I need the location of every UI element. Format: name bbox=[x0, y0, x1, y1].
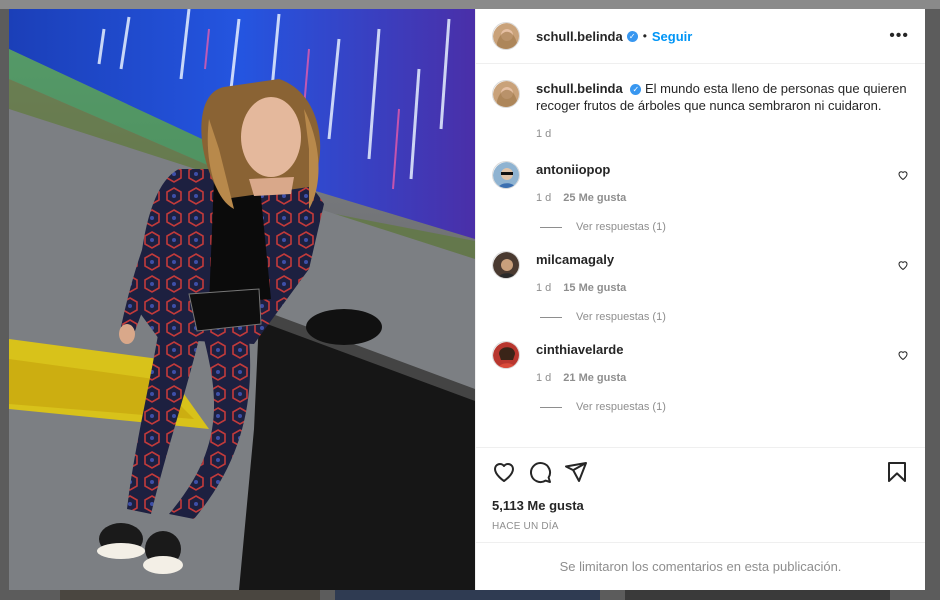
avatar[interactable] bbox=[492, 251, 520, 279]
comment-time[interactable]: 1 d bbox=[536, 280, 551, 297]
post-header: schull.belinda ✓ • Seguir ••• bbox=[476, 9, 925, 64]
post-side-panel: schull.belinda ✓ • Seguir ••• schull.bel… bbox=[475, 9, 925, 590]
comment-item: antoniiopop 1 d 25 Me gusta bbox=[492, 161, 909, 207]
more-icon[interactable]: ••• bbox=[889, 27, 909, 45]
paper-plane-icon[interactable] bbox=[564, 460, 588, 484]
avatar[interactable] bbox=[492, 161, 520, 189]
view-replies-button[interactable]: Ver respuestas (1) bbox=[540, 401, 909, 413]
comment-username[interactable]: antoniiopop bbox=[536, 162, 610, 177]
post-image bbox=[9, 9, 475, 590]
verified-badge-icon: ✓ bbox=[630, 84, 642, 96]
avatar[interactable] bbox=[492, 80, 520, 108]
separator-dot: • bbox=[642, 29, 647, 43]
heart-icon[interactable] bbox=[897, 349, 909, 361]
heart-icon[interactable] bbox=[897, 169, 909, 181]
replies-line bbox=[540, 406, 562, 408]
comments-list[interactable]: schull.belinda ✓ El mundo esta lleno de … bbox=[476, 64, 925, 447]
view-replies-label: Ver respuestas (1) bbox=[576, 221, 666, 233]
bookmark-icon[interactable] bbox=[885, 460, 909, 484]
post-photo[interactable] bbox=[9, 9, 475, 590]
comment-item: milcamagaly 1 d 15 Me gusta bbox=[492, 251, 909, 297]
comment-time[interactable]: 1 d bbox=[536, 370, 551, 387]
post-actions: 5,113 Me gusta HACE UN DÍA bbox=[476, 447, 925, 542]
comment-username[interactable]: cinthiavelarde bbox=[536, 342, 623, 357]
comment-time[interactable]: 1 d bbox=[536, 190, 551, 207]
background-thumbnail bbox=[625, 589, 890, 600]
post-modal: schull.belinda ✓ • Seguir ••• schull.bel… bbox=[9, 9, 925, 590]
heart-icon[interactable] bbox=[492, 460, 516, 484]
replies-line bbox=[540, 316, 562, 318]
post-username[interactable]: schull.belinda bbox=[536, 29, 623, 44]
replies-line bbox=[540, 226, 562, 228]
verified-badge-icon: ✓ bbox=[626, 30, 638, 42]
view-replies-button[interactable]: Ver respuestas (1) bbox=[540, 311, 909, 323]
comment-likes[interactable]: 15 Me gusta bbox=[563, 280, 626, 297]
comments-limited-notice: Se limitaron los comentarios en esta pub… bbox=[476, 542, 925, 590]
view-replies-label: Ver respuestas (1) bbox=[576, 401, 666, 413]
view-replies-label: Ver respuestas (1) bbox=[576, 311, 666, 323]
background-thumbnail bbox=[335, 589, 600, 600]
background-thumbnail bbox=[60, 589, 320, 600]
comment-username[interactable]: milcamagaly bbox=[536, 252, 614, 267]
caption-time[interactable]: 1 d bbox=[536, 126, 551, 143]
comment-icon[interactable] bbox=[528, 460, 552, 484]
background-top-nav bbox=[0, 0, 940, 9]
caption-username[interactable]: schull.belinda bbox=[536, 81, 623, 96]
avatar[interactable] bbox=[492, 341, 520, 369]
view-replies-button[interactable]: Ver respuestas (1) bbox=[540, 221, 909, 233]
action-icons bbox=[492, 458, 909, 486]
follow-button[interactable]: Seguir bbox=[652, 29, 692, 44]
post-date[interactable]: HACE UN DÍA bbox=[492, 521, 909, 542]
avatar[interactable] bbox=[492, 22, 520, 50]
like-count[interactable]: 5,113 Me gusta bbox=[492, 498, 909, 513]
comment-likes[interactable]: 25 Me gusta bbox=[563, 190, 626, 207]
heart-icon[interactable] bbox=[897, 259, 909, 271]
comment-likes[interactable]: 21 Me gusta bbox=[563, 370, 626, 387]
post-caption: schull.belinda ✓ El mundo esta lleno de … bbox=[492, 80, 909, 143]
comment-item: cinthiavelarde 1 d 21 Me gusta bbox=[492, 341, 909, 387]
